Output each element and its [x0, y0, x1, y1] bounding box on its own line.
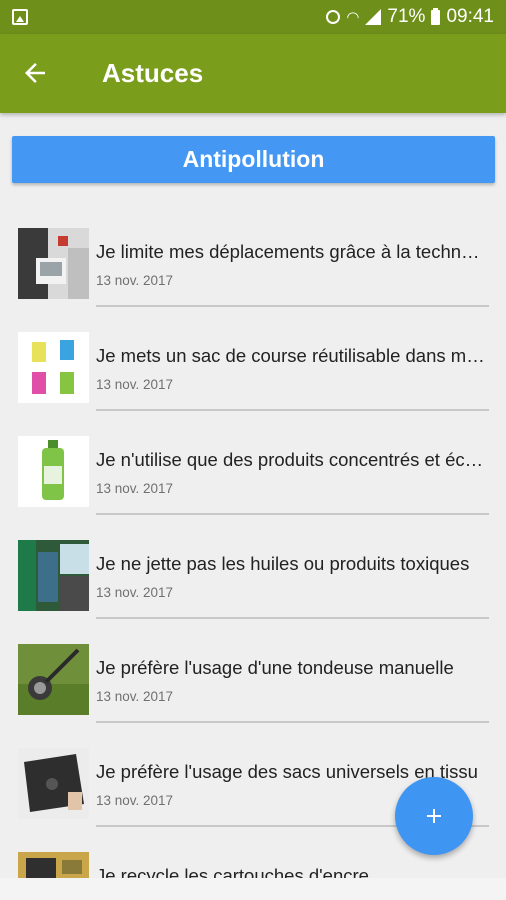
tip-date: 13 nov. 2017 — [96, 793, 174, 808]
tip-title: Je mets un sac de course réutilisable da… — [96, 345, 488, 366]
app-bar: Astuces — [0, 34, 506, 113]
battery-icon — [431, 7, 441, 25]
recycling-bins-photo — [18, 540, 89, 611]
gallery-icon — [12, 9, 28, 25]
tip-title: Je n'utilise que des produits concentrés… — [96, 449, 488, 470]
wifi-icon: ◠ — [346, 8, 360, 26]
vacuum-bag-photo — [18, 748, 89, 819]
list-item[interactable]: Je préfère l'usage d'une tondeuse manuel… — [18, 632, 489, 736]
car-interior-photo — [18, 228, 89, 299]
page-title: Astuces — [102, 58, 204, 88]
ink-cartridge-photo — [18, 852, 89, 878]
plus-icon — [427, 809, 441, 823]
tip-title: Je préfère l'usage d'une tondeuse manuel… — [96, 657, 454, 678]
divider — [96, 409, 489, 411]
status-icons: ◠ 71% 09:41 — [326, 6, 494, 28]
tip-title: Je recycle les cartouches d'encre — [96, 865, 369, 878]
arrow-left-icon[interactable] — [20, 58, 50, 88]
tip-title: Je ne jette pas les huiles ou produits t… — [96, 553, 470, 574]
tip-date: 13 nov. 2017 — [96, 689, 174, 704]
battery-percent: 71% — [387, 6, 426, 27]
status-bar: ◠ 71% 09:41 — [0, 0, 506, 34]
divider — [96, 305, 489, 307]
detergent-bottle-photo — [18, 436, 89, 507]
list-item[interactable]: Je n'utilise que des produits concentrés… — [18, 424, 489, 528]
tip-date: 13 nov. 2017 — [96, 377, 174, 392]
tip-title: Je limite mes déplacements grâce à la te… — [96, 241, 488, 262]
bottom-edge — [0, 878, 506, 900]
category-button[interactable]: Antipollution — [12, 136, 495, 183]
tip-date: 13 nov. 2017 — [96, 585, 174, 600]
list-item[interactable]: Je ne jette pas les huiles ou produits t… — [18, 528, 489, 632]
alarm-icon — [326, 10, 341, 24]
add-tip-button[interactable] — [395, 777, 473, 855]
divider — [96, 721, 489, 723]
reusable-bags-photo — [18, 332, 89, 403]
signal-icon — [365, 9, 382, 25]
divider — [96, 513, 489, 515]
tip-date: 13 nov. 2017 — [96, 481, 174, 496]
clock: 09:41 — [446, 6, 494, 27]
lawn-mower-photo — [18, 644, 89, 715]
tip-date: 13 nov. 2017 — [96, 273, 174, 288]
divider — [96, 617, 489, 619]
list-item[interactable]: Je mets un sac de course réutilisable da… — [18, 320, 489, 424]
list-item[interactable]: Je limite mes déplacements grâce à la te… — [18, 216, 489, 320]
